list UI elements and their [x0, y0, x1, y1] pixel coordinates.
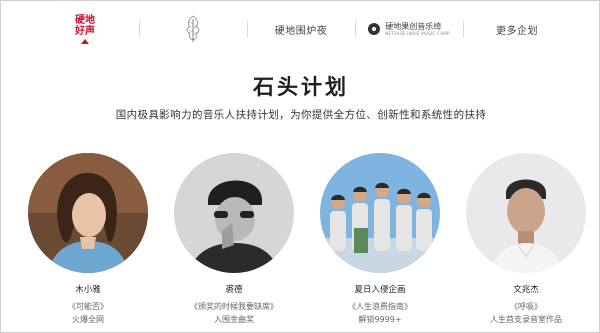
artist-desc: 解锁9999+ — [358, 315, 402, 324]
nav-item-weilu-label: 硬地围炉夜 — [274, 25, 328, 37]
nav-item-weilu[interactable]: 硬地围炉夜 — [247, 9, 355, 49]
nav-logo-haoyin[interactable]: 硬地 好声 — [31, 9, 139, 49]
artist-avatar-2 — [174, 153, 294, 273]
artist-work: 《可能否》 — [68, 302, 108, 311]
artist-cards: 木小雅 《可能否》 火爆全网 裘德 《颁奖的时候我要缺席》 入围金曲奖 夏日入侵… — [28, 153, 588, 333]
haoyin-logo: 硬地 好声 — [75, 15, 95, 44]
artist-work: 《人生浪费指南》 — [348, 302, 412, 311]
artist-card-3[interactable]: 夏日入侵企画 《人生浪费指南》 解锁9999+ — [320, 153, 440, 325]
nav-item-more[interactable]: 更多企划 — [463, 9, 571, 49]
artist-avatar-1 — [28, 153, 148, 273]
nav-brand-2[interactable] — [139, 9, 247, 49]
artist-name: 夏日入侵企画 — [354, 285, 406, 295]
artist-name: 文兆杰 — [513, 285, 539, 295]
logo-text-line2: 好声 — [75, 25, 95, 37]
tree-brush-icon — [186, 15, 200, 42]
artist-card-2[interactable]: 裘德 《颁奖的时候我要缺席》 入围金曲奖 — [174, 153, 294, 325]
active-indicator-icon — [81, 38, 89, 44]
artist-desc: 火爆全网 — [72, 315, 104, 324]
artist-name: 裘德 — [225, 285, 243, 295]
artist-card-4[interactable]: 文兆杰 《呼吸》 人生首支录音室作品 — [466, 153, 586, 325]
artist-card-1[interactable]: 木小雅 《可能否》 火爆全网 — [28, 153, 148, 325]
camp-label-cn: 硬地果创音乐绮 — [385, 21, 442, 31]
logo-text-line1: 硬地 — [75, 14, 95, 26]
top-nav: 硬地 好声 硬地围炉夜 硬地果创音乐绮 NETEASE INDIE MUSIC … — [31, 9, 571, 49]
nav-item-more-label: 更多企划 — [496, 25, 538, 37]
camp-label-en: NETEASE INDIE MUSIC CAMP — [385, 30, 450, 36]
page-frame: 硬地 好声 硬地围炉夜 硬地果创音乐绮 NETEASE INDIE MUSIC … — [0, 0, 600, 333]
artist-desc: 人生首支录音室作品 — [490, 315, 562, 324]
artist-avatar-3 — [320, 153, 440, 273]
page-subtitle: 国内极具影响力的音乐人扶持计划，为你提供全方位、创新性和系统性的扶持 — [115, 109, 487, 121]
artist-work: 《呼吸》 — [510, 302, 542, 311]
nav-item-camp[interactable]: 硬地果创音乐绮 NETEASE INDIE MUSIC CAMP — [355, 9, 463, 49]
artist-work: 《颁奖的时候我要缺席》 — [190, 302, 278, 311]
page-title: 石头计划 — [253, 75, 349, 99]
artist-name: 木小雅 — [75, 285, 101, 295]
camp-logo-icon — [368, 23, 381, 35]
artist-desc: 入围金曲奖 — [214, 315, 254, 324]
artist-avatar-4 — [466, 153, 586, 273]
